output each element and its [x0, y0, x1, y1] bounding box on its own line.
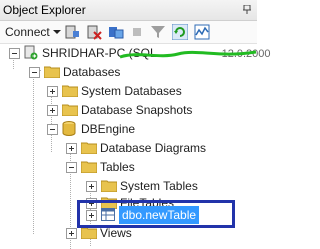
system-tables-label: System Tables: [120, 179, 198, 193]
collapse-toggle[interactable]: [66, 162, 77, 173]
expand-toggle[interactable]: [47, 86, 58, 97]
stop-icon[interactable]: [130, 24, 144, 40]
expand-toggle[interactable]: [86, 181, 97, 192]
folder-icon: [81, 142, 97, 154]
pin-icon[interactable]: [243, 5, 251, 14]
folder-icon: [81, 161, 97, 173]
databases-label: Databases: [63, 65, 121, 79]
refresh-icon[interactable]: [172, 24, 188, 40]
collapse-toggle[interactable]: [47, 124, 58, 135]
database-diagrams-label: Database Diagrams: [100, 141, 207, 155]
database-snapshots-label: Database Snapshots: [81, 103, 193, 117]
collapse-toggle[interactable]: [29, 67, 40, 78]
server-icon: [24, 45, 38, 60]
activity-monitor-icon[interactable]: [194, 24, 210, 40]
object-explorer-titlebar: Object Explorer: [0, 0, 257, 21]
filter-icon[interactable]: [150, 24, 166, 40]
annotation-highlight-box: [77, 200, 235, 228]
expand-toggle[interactable]: [47, 105, 58, 116]
folder-icon: [62, 85, 78, 97]
folder-icon: [44, 66, 60, 78]
dbengine-label: DBEngine: [81, 122, 136, 136]
database-icon: [62, 121, 76, 136]
expand-toggle[interactable]: [66, 228, 77, 239]
connect-selected-icon[interactable]: [108, 24, 124, 40]
redaction-scribble: [119, 50, 257, 59]
chevron-down-icon: [52, 30, 61, 34]
connect-label: Connect: [5, 25, 50, 39]
object-explorer-toolbar: Connect: [0, 21, 257, 44]
connect-dropdown[interactable]: Connect: [5, 24, 61, 40]
system-databases-label: System Databases: [81, 84, 182, 98]
connect-server-icon[interactable]: [64, 24, 80, 40]
collapse-toggle[interactable]: [9, 48, 20, 59]
tables-label: Tables: [100, 160, 135, 174]
window-title: Object Explorer: [3, 3, 86, 17]
disconnect-icon[interactable]: [86, 24, 102, 40]
folder-icon: [101, 180, 117, 192]
folder-icon: [62, 104, 78, 116]
expand-toggle[interactable]: [66, 143, 77, 154]
